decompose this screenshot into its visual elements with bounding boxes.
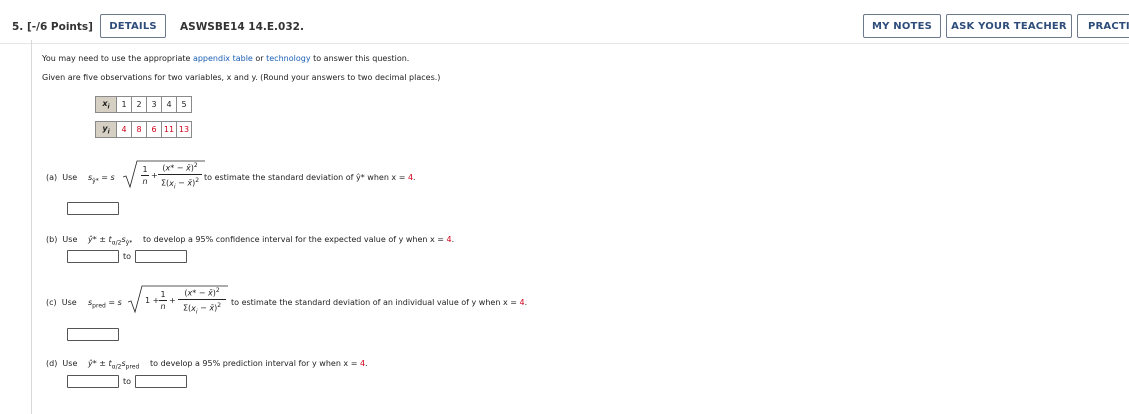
question-number: 5. [-/6 Points] (12, 21, 93, 33)
part-d-label: (d) Use (46, 359, 78, 368)
part-d-to-label: to (123, 377, 132, 386)
ask-your-teacher-button[interactable]: ASK YOUR TEACHER (946, 14, 1072, 38)
part-b-text: to develop a 95% confidence interval for… (143, 235, 455, 244)
x-value: 5 (176, 96, 192, 113)
y-value: 6 (146, 121, 162, 138)
technology-link[interactable]: technology (266, 54, 310, 63)
question-header: 5. [-/6 Points] DETAILS ASWSBE14 14.E.03… (0, 0, 1129, 38)
x-value: 1 (116, 96, 132, 113)
intro-line-1: You may need to use the appropriate appe… (42, 54, 410, 63)
y-value: 13 (176, 121, 192, 138)
y-value: 11 (161, 121, 177, 138)
part-b-to-label: to (123, 252, 132, 261)
header-divider (0, 43, 1129, 44)
part-a-answer-input[interactable] (67, 202, 119, 215)
part-d-upper-input[interactable] (135, 375, 187, 388)
appendix-table-link[interactable]: appendix table (193, 54, 253, 63)
x-row: xi 1 2 3 4 5 (95, 96, 192, 113)
content-left-border (31, 40, 32, 414)
part-b-lower-input[interactable] (67, 250, 119, 263)
y-value: 8 (131, 121, 147, 138)
observations-table: xi 1 2 3 4 5 yi 4 8 6 11 13 (95, 96, 192, 138)
part-b-upper-input[interactable] (135, 250, 187, 263)
practice-button[interactable]: PRACTIC (1077, 14, 1129, 38)
details-button[interactable]: DETAILS (100, 14, 166, 38)
y-header: yi (95, 121, 117, 138)
part-a-formula: sŷ* = s (88, 173, 115, 185)
x-value: 2 (131, 96, 147, 113)
x-value: 4 (161, 96, 177, 113)
intro-line-2: Given are five observations for two vari… (42, 73, 441, 82)
part-c-answer-input[interactable] (67, 328, 119, 341)
part-d-lower-input[interactable] (67, 375, 119, 388)
part-b-formula: ŷ* ± tα/2sŷ* (88, 235, 133, 247)
part-c-formula: spred = s (88, 298, 122, 310)
x-value: 3 (146, 96, 162, 113)
part-b-label: (b) Use (46, 235, 78, 244)
part-a-label: (a) Use (46, 173, 78, 182)
y-row: yi 4 8 6 11 13 (95, 121, 192, 138)
y-value: 4 (116, 121, 132, 138)
part-d-text: to develop a 95% prediction interval for… (150, 359, 368, 368)
x-header: xi (95, 96, 117, 113)
part-a-text: to estimate the standard deviation of ŷ*… (204, 173, 416, 182)
question-code: ASWSBE14 14.E.032. (180, 21, 304, 33)
my-notes-button[interactable]: MY NOTES (863, 14, 941, 38)
part-c-label: (c) Use (46, 298, 77, 307)
part-c-text: to estimate the standard deviation of an… (231, 298, 528, 307)
part-d-formula: ŷ* ± tα/2spred (88, 359, 140, 371)
